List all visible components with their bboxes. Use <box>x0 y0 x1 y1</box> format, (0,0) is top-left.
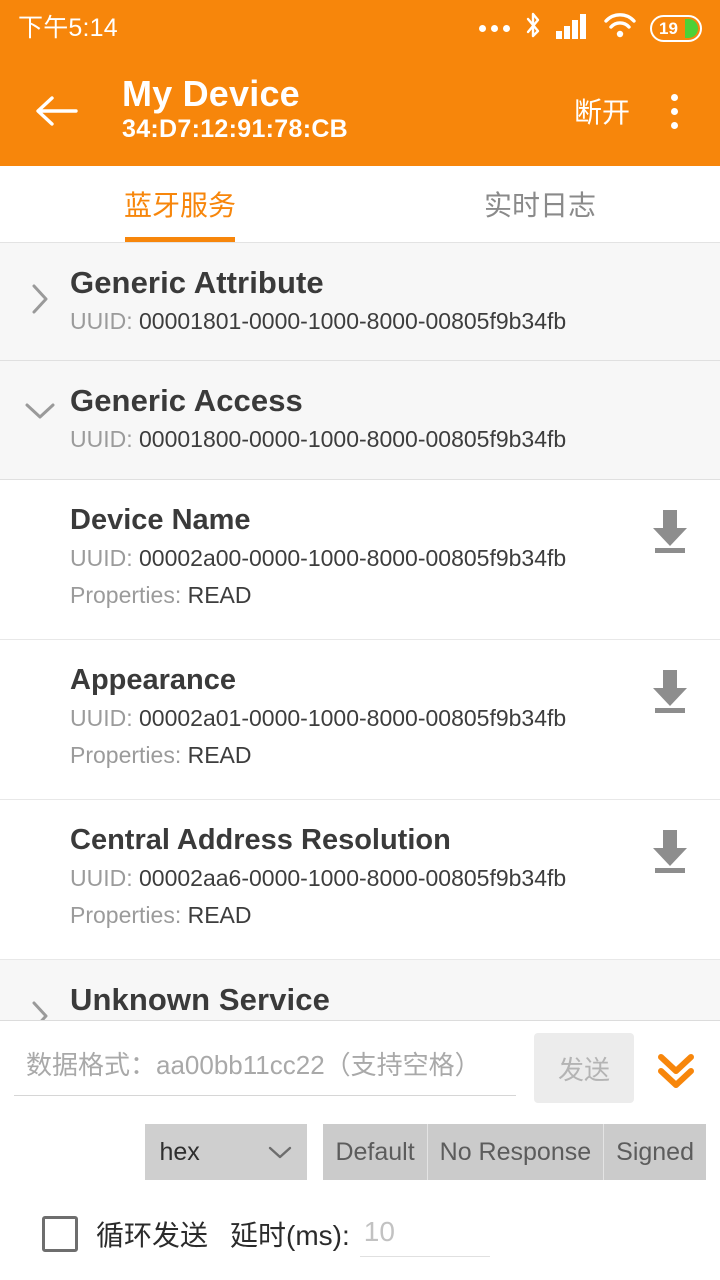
write-mode-no-response[interactable]: No Response <box>427 1124 605 1180</box>
characteristic-properties: Properties: READ <box>70 579 642 612</box>
write-options-row: hex Default No Response Signed <box>14 1119 706 1185</box>
service-texts: Generic Attribute UUID: 00001801-0000-10… <box>62 264 702 338</box>
characteristic-properties: Properties: READ <box>70 739 642 772</box>
chevron-down-icon <box>267 1138 293 1167</box>
service-row[interactable]: Generic Attribute UUID: 00001801-0000-10… <box>0 243 720 362</box>
characteristic-texts: Device Name UUID: 00002a00-0000-1000-800… <box>70 502 642 613</box>
characteristic-uuid-label: UUID: <box>70 704 133 731</box>
kebab-menu-icon[interactable] <box>650 84 698 138</box>
signal-icon <box>556 13 590 44</box>
battery-fill <box>685 18 698 38</box>
chevron-right-icon[interactable] <box>18 264 62 316</box>
characteristic-properties-label: Properties: <box>70 742 182 769</box>
status-bar: 下午5:14 19 <box>0 0 720 56</box>
service-name: Generic Attribute <box>70 265 324 300</box>
write-mode-signed[interactable]: Signed <box>604 1124 706 1180</box>
characteristic-uuid: UUID: 00002aa6-0000-1000-8000-00805f9b34… <box>70 862 642 895</box>
write-panel: 发送 hex Default No Response Si <box>0 1020 720 1280</box>
service-uuid-label: UUID: <box>70 307 133 334</box>
characteristic-row[interactable]: Central Address Resolution UUID: 00002aa… <box>0 799 720 960</box>
disconnect-button[interactable]: 断开 <box>568 81 636 141</box>
characteristic-uuid: UUID: 00002a00-0000-1000-8000-00805f9b34… <box>70 542 642 575</box>
send-button[interactable]: 发送 <box>534 1033 634 1103</box>
device-mac-address: 34:D7:12:91:78:CB <box>122 115 349 144</box>
double-chevron-down-icon[interactable] <box>646 1033 706 1103</box>
characteristic-texts: Appearance UUID: 00002a01-0000-1000-8000… <box>70 662 642 773</box>
characteristic-texts: Central Address Resolution UUID: 00002aa… <box>70 822 642 933</box>
characteristic-uuid-value: 00002a01-0000-1000-8000-00805f9b34fb <box>139 704 567 731</box>
characteristic-uuid-value: 00002aa6-0000-1000-8000-00805f9b34fb <box>139 864 567 891</box>
download-read-icon[interactable] <box>642 662 698 716</box>
tab-logs-label: 实时日志 <box>483 190 596 221</box>
bluetooth-icon <box>523 11 543 46</box>
characteristic-uuid-label: UUID: <box>70 544 133 571</box>
tab-services-label: 蓝牙服务 <box>123 190 236 221</box>
battery-icon: 19 <box>650 14 702 42</box>
download-read-icon[interactable] <box>642 822 698 876</box>
service-name: Generic Access <box>70 383 303 419</box>
data-format-select[interactable]: hex <box>145 1124 308 1180</box>
characteristic-row[interactable]: Device Name UUID: 00002a00-0000-1000-800… <box>0 479 720 640</box>
characteristic-uuid-label: UUID: <box>70 864 133 891</box>
loop-send-checkbox[interactable] <box>42 1216 78 1252</box>
characteristic-name: Central Address Resolution <box>70 823 451 856</box>
more-dots-icon <box>479 24 510 32</box>
write-mode-group: Default No Response Signed <box>323 1124 706 1180</box>
loop-send-label: 循环发送 <box>96 1220 209 1251</box>
loop-send-row: 循环发送 延时(ms): <box>14 1201 706 1267</box>
characteristic-properties-label: Properties: <box>70 902 182 929</box>
characteristic-properties: Properties: READ <box>70 899 642 932</box>
download-read-icon[interactable] <box>642 502 698 556</box>
service-uuid: UUID: 00001800-0000-1000-8000-00805f9b34… <box>70 422 702 457</box>
status-icons: 19 <box>479 11 702 46</box>
characteristic-row[interactable]: Appearance UUID: 00002a01-0000-1000-8000… <box>0 639 720 800</box>
characteristic-name: Appearance <box>70 663 237 696</box>
service-uuid-label: UUID: <box>70 426 133 453</box>
delay-input[interactable] <box>359 1211 490 1257</box>
service-texts: Unknown Service <box>62 981 702 1019</box>
page-title: My Device <box>122 73 300 115</box>
service-texts: Generic Access UUID: 00001800-0000-1000-… <box>62 382 702 456</box>
data-format-value: hex <box>159 1137 200 1166</box>
status-clock: 下午5:14 <box>18 13 118 42</box>
service-uuid: UUID: 00001801-0000-1000-8000-00805f9b34… <box>70 304 702 339</box>
characteristic-uuid: UUID: 00002a01-0000-1000-8000-00805f9b34… <box>70 702 642 735</box>
appbar-titles: My Device 34:D7:12:91:78:CB <box>122 75 568 147</box>
tab-logs[interactable]: 实时日志 <box>360 166 720 242</box>
characteristic-uuid-value: 00002a00-0000-1000-8000-00805f9b34fb <box>139 544 567 571</box>
service-uuid-value: 00001800-0000-1000-8000-00805f9b34fb <box>139 426 567 453</box>
app-screen: 下午5:14 19 My Device 34:D7:12:91:78:CB 断开… <box>0 0 720 1280</box>
service-name: Unknown Service <box>70 981 330 1017</box>
battery-level: 19 <box>659 18 678 38</box>
delay-label: 延时(ms): <box>230 1220 350 1251</box>
characteristic-name: Device Name <box>70 503 251 536</box>
tab-bar: 蓝牙服务 实时日志 <box>0 166 720 243</box>
write-mode-default[interactable]: Default <box>323 1124 428 1180</box>
wifi-icon <box>603 12 637 44</box>
data-input[interactable] <box>14 1040 516 1096</box>
back-arrow-icon[interactable] <box>30 84 84 138</box>
characteristic-properties-value: READ <box>187 902 252 929</box>
service-uuid-value: 00001801-0000-1000-8000-00805f9b34fb <box>139 307 567 334</box>
characteristic-properties-value: READ <box>187 742 252 769</box>
tab-services[interactable]: 蓝牙服务 <box>0 166 360 242</box>
characteristic-properties-value: READ <box>187 582 252 609</box>
write-input-row: 发送 <box>14 1021 706 1107</box>
chevron-down-icon[interactable] <box>18 382 62 422</box>
app-bar: My Device 34:D7:12:91:78:CB 断开 <box>0 56 720 166</box>
service-row[interactable]: Generic Access UUID: 00001800-0000-1000-… <box>0 361 720 480</box>
characteristic-properties-label: Properties: <box>70 582 182 609</box>
